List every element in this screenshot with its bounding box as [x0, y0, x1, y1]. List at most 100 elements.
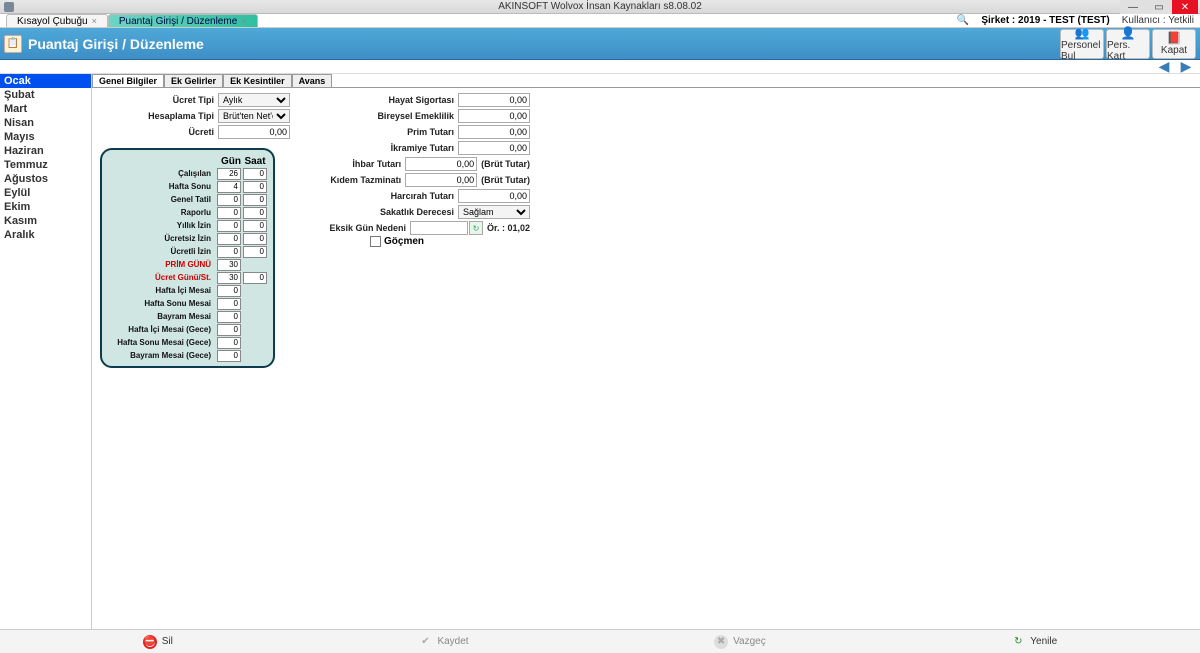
month-item[interactable]: Nisan [0, 116, 91, 130]
field-input[interactable] [458, 141, 530, 155]
cancel-button[interactable]: ✖Vazgeç [714, 635, 766, 649]
tab-close-icon[interactable]: × [92, 16, 97, 26]
ucreti-input[interactable] [218, 125, 290, 139]
attendance-saat-input[interactable] [243, 207, 267, 219]
delete-button[interactable]: ⛔Sil [143, 635, 173, 649]
ucret-tipi-select[interactable]: Aylık [218, 93, 290, 107]
month-item[interactable]: Kasım [0, 214, 91, 228]
attendance-gun-input[interactable] [217, 298, 241, 310]
field-input[interactable] [405, 157, 477, 171]
attendance-gun-input[interactable] [217, 259, 241, 271]
field-label: Kıdem Tazminatı [310, 175, 405, 185]
attendance-gun-input[interactable] [217, 246, 241, 258]
field-label: Prim Tutarı [310, 127, 458, 137]
window-maximize-button[interactable]: ▭ [1146, 0, 1172, 14]
attendance-saat-input[interactable] [243, 246, 267, 258]
eksik-gun-lookup-button[interactable]: ↻ [469, 221, 483, 235]
form-field-row: Sakatlık DerecesiSağlam [310, 204, 530, 220]
attendance-gun-input[interactable] [217, 350, 241, 362]
attendance-saat-input[interactable] [243, 181, 267, 193]
nav-row: ◀ ▶ [0, 60, 1200, 74]
attendance-label: Hafta Sonu Mesai (Gece) [108, 338, 215, 347]
month-item[interactable]: Ağustos [0, 172, 91, 186]
sub-tab[interactable]: Ek Kesintiler [223, 74, 292, 87]
attendance-gun-input[interactable] [217, 207, 241, 219]
attendance-label: Raporlu [108, 208, 215, 217]
month-item[interactable]: Eylül [0, 186, 91, 200]
field-input[interactable] [458, 189, 530, 203]
attendance-row: Hafta İçi Mesai (Gece) [108, 323, 267, 336]
sub-tab[interactable]: Genel Bilgiler [92, 74, 164, 87]
hesaplama-tipi-select[interactable]: Brüt'ten Net'e [218, 109, 290, 123]
attendance-row: Bayram Mesai [108, 310, 267, 323]
attendance-row: Genel Tatil [108, 193, 267, 206]
attendance-box: Gün Saat ÇalışılanHafta SonuGenel TatilR… [100, 148, 275, 368]
attendance-saat-input[interactable] [243, 194, 267, 206]
field-label: İhbar Tutarı [310, 159, 405, 169]
field-input[interactable] [458, 109, 530, 123]
tab-puantaj[interactable]: Puantaj Girişi / Düzenleme × [108, 14, 258, 27]
eksik-gun-input[interactable] [410, 221, 468, 235]
delete-icon: ⛔ [143, 635, 157, 649]
attendance-saat-input[interactable] [243, 272, 267, 284]
attendance-gun-input[interactable] [217, 220, 241, 232]
save-button[interactable]: ✔Kaydet [418, 635, 468, 649]
window-titlebar: AKINSOFT Wolvox İnsan Kaynakları s8.08.0… [0, 0, 1200, 14]
attendance-gun-input[interactable] [217, 168, 241, 180]
attendance-label: Hafta İçi Mesai [108, 286, 215, 295]
attendance-saat-input[interactable] [243, 220, 267, 232]
tab-shortcut-bar[interactable]: Kısayol Çubuğu × [6, 14, 108, 27]
attendance-label: Ücret Günü/St. [108, 273, 215, 282]
attendance-gun-input[interactable] [217, 181, 241, 193]
attendance-label: Hafta İçi Mesai (Gece) [108, 325, 215, 334]
attendance-row: Ücret Günü/St. [108, 271, 267, 284]
nav-prev-button[interactable]: ◀ [1156, 59, 1172, 75]
attendance-label: Hafta Sonu [108, 182, 215, 191]
form-field-row: İkramiye Tutarı [310, 140, 530, 156]
attendance-gun-input[interactable] [217, 324, 241, 336]
field-note: (Brüt Tutar) [477, 175, 530, 185]
attendance-row: Hafta Sonu Mesai [108, 297, 267, 310]
month-item[interactable]: Aralık [0, 228, 91, 242]
attendance-gun-input[interactable] [217, 285, 241, 297]
window-minimize-button[interactable]: — [1120, 0, 1146, 14]
attendance-gun-input[interactable] [217, 233, 241, 245]
search-icon[interactable]: 🔍 [957, 15, 969, 26]
pers-kart-button[interactable]: 👤Pers. Kart [1106, 29, 1150, 59]
attendance-gun-input[interactable] [217, 311, 241, 323]
month-item[interactable]: Mart [0, 102, 91, 116]
month-item[interactable]: Ekim [0, 200, 91, 214]
sub-tab[interactable]: Avans [292, 74, 333, 87]
field-input[interactable] [405, 173, 477, 187]
attendance-gun-input[interactable] [217, 337, 241, 349]
form-field-row: Prim Tutarı [310, 124, 530, 140]
month-item[interactable]: Şubat [0, 88, 91, 102]
field-input[interactable] [458, 125, 530, 139]
attendance-saat-input[interactable] [243, 233, 267, 245]
month-item[interactable]: Mayıs [0, 130, 91, 144]
field-label: İkramiye Tutarı [310, 143, 458, 153]
page-title: Puantaj Girişi / Düzenleme [28, 36, 204, 52]
month-item[interactable]: Temmuz [0, 158, 91, 172]
attendance-label: Yıllık İzin [108, 221, 215, 230]
attendance-saat-input[interactable] [243, 168, 267, 180]
tab-label: Puantaj Girişi / Düzenleme [119, 16, 237, 27]
attendance-gun-input[interactable] [217, 194, 241, 206]
kapat-button[interactable]: 📕Kapat [1152, 29, 1196, 59]
attendance-gun-input[interactable] [217, 272, 241, 284]
month-item[interactable]: Ocak [0, 74, 91, 88]
personel-bul-button[interactable]: 👥Personel Bul [1060, 29, 1104, 59]
middle-column: Hayat SigortasıBireysel EmeklilikPrim Tu… [310, 92, 530, 625]
gocmen-checkbox[interactable] [370, 236, 381, 247]
sub-tab[interactable]: Ek Gelirler [164, 74, 223, 87]
tab-close-icon[interactable]: × [241, 16, 246, 26]
field-select[interactable]: Sağlam [458, 205, 530, 219]
window-controls: — ▭ ✕ [1120, 0, 1198, 14]
form-field-row: Harcırah Tutarı [310, 188, 530, 204]
nav-next-button[interactable]: ▶ [1178, 59, 1194, 75]
field-input[interactable] [458, 93, 530, 107]
window-close-button[interactable]: ✕ [1172, 0, 1198, 14]
month-item[interactable]: Haziran [0, 144, 91, 158]
refresh-button[interactable]: ↻Yenile [1011, 635, 1057, 649]
page-header-icon: 📋 [4, 35, 22, 53]
